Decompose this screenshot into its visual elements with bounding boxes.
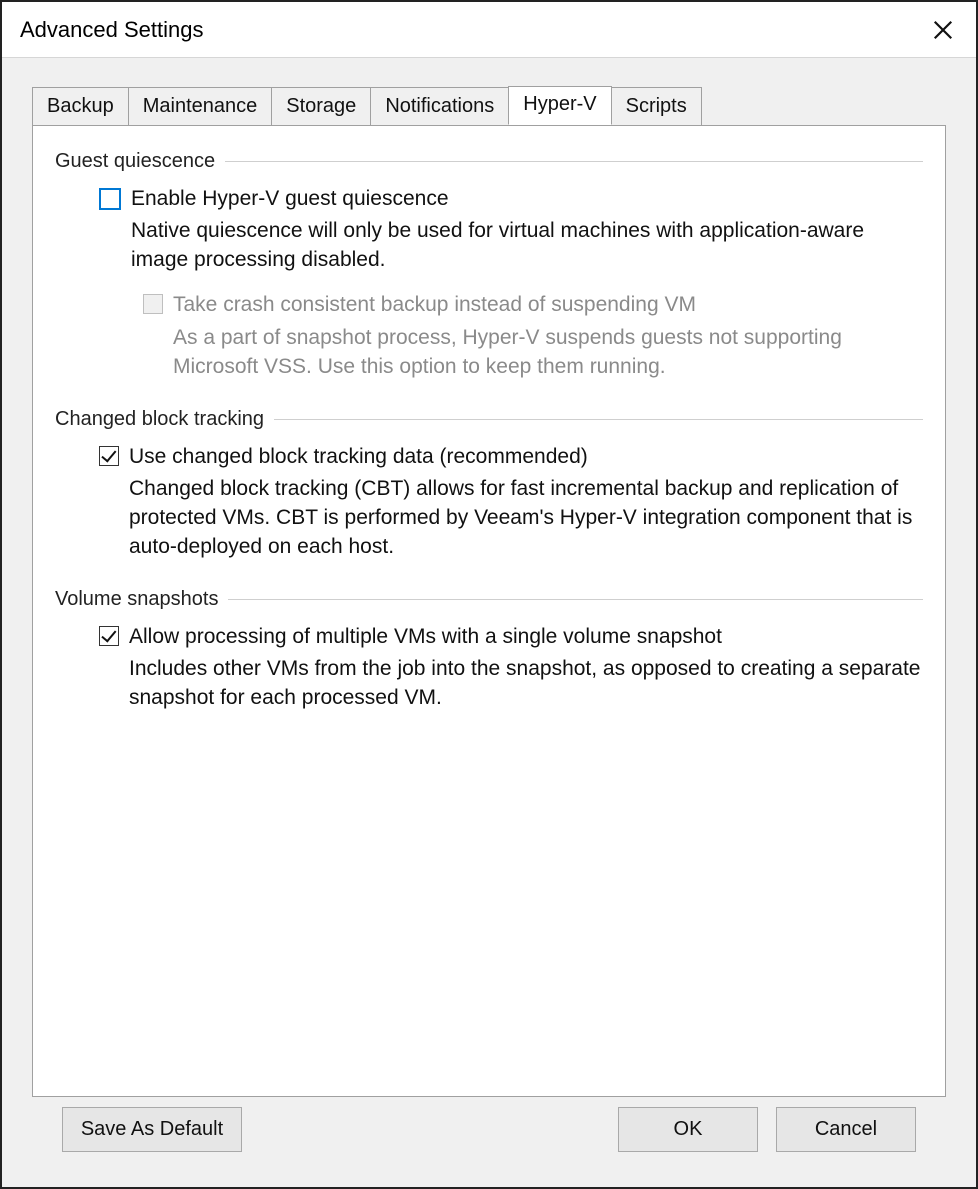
item-allow-multi-vm-snapshot: Allow processing of multiple VMs with a … (99, 623, 923, 713)
titlebar: Advanced Settings (2, 2, 976, 58)
checkbox-crash-consistent (143, 294, 163, 314)
use-cbt-desc: Changed block tracking (CBT) allows for … (129, 475, 923, 562)
advanced-settings-dialog: Advanced Settings Backup Maintenance Sto… (2, 2, 976, 1187)
checkbox-enable-quiescence[interactable] (99, 188, 121, 210)
group-rule (228, 599, 923, 600)
tab-page-hyper-v: Guest quiescence Enable Hyper-V guest qu… (32, 125, 946, 1097)
item-use-cbt: Use changed block tracking data (recomme… (99, 443, 923, 562)
group-header-volume-snapshots: Volume snapshots (55, 588, 923, 611)
group-header-cbt: Changed block tracking (55, 408, 923, 431)
footer-button-row: OK Cancel (618, 1107, 916, 1152)
footer: Save As Default OK Cancel (32, 1097, 946, 1169)
save-as-default-button[interactable]: Save As Default (62, 1107, 242, 1152)
group-rule (274, 419, 923, 420)
tabs: Backup Maintenance Storage Notifications… (32, 86, 946, 1097)
group-cbt: Changed block tracking Use changed block… (55, 408, 923, 562)
group-label: Guest quiescence (55, 150, 225, 173)
close-button[interactable] (928, 15, 958, 45)
tab-backup[interactable]: Backup (32, 87, 129, 126)
checkbox-allow-multi-vm-label: Allow processing of multiple VMs with a … (129, 623, 722, 651)
tab-notifications[interactable]: Notifications (370, 87, 509, 126)
tab-strip: Backup Maintenance Storage Notifications… (32, 87, 946, 126)
checkbox-use-cbt-label: Use changed block tracking data (recomme… (129, 443, 588, 471)
tab-storage[interactable]: Storage (271, 87, 371, 126)
close-icon (932, 19, 954, 41)
group-header-guest-quiescence: Guest quiescence (55, 150, 923, 173)
group-label: Changed block tracking (55, 408, 274, 431)
group-label: Volume snapshots (55, 588, 228, 611)
checkbox-enable-quiescence-label: Enable Hyper-V guest quiescence (131, 185, 449, 213)
window-title: Advanced Settings (20, 17, 203, 43)
item-crash-consistent: Take crash consistent backup instead of … (143, 291, 923, 381)
group-volume-snapshots: Volume snapshots Allow processing of mul… (55, 588, 923, 713)
allow-multi-vm-desc: Includes other VMs from the job into the… (129, 655, 923, 713)
tab-hyper-v[interactable]: Hyper-V (508, 86, 611, 125)
tab-scripts[interactable]: Scripts (611, 87, 702, 126)
checkbox-crash-consistent-label: Take crash consistent backup instead of … (173, 291, 696, 319)
cancel-button[interactable]: Cancel (776, 1107, 916, 1152)
enable-quiescence-desc: Native quiescence will only be used for … (131, 217, 923, 275)
client-area: Backup Maintenance Storage Notifications… (2, 58, 976, 1187)
checkbox-allow-multi-vm-snapshot[interactable] (99, 626, 119, 646)
checkbox-use-cbt[interactable] (99, 446, 119, 466)
ok-button[interactable]: OK (618, 1107, 758, 1152)
item-enable-quiescence: Enable Hyper-V guest quiescence Native q… (99, 185, 923, 382)
group-rule (225, 161, 923, 162)
crash-consistent-desc: As a part of snapshot process, Hyper-V s… (173, 324, 923, 382)
group-guest-quiescence: Guest quiescence Enable Hyper-V guest qu… (55, 150, 923, 382)
tab-maintenance[interactable]: Maintenance (128, 87, 273, 126)
